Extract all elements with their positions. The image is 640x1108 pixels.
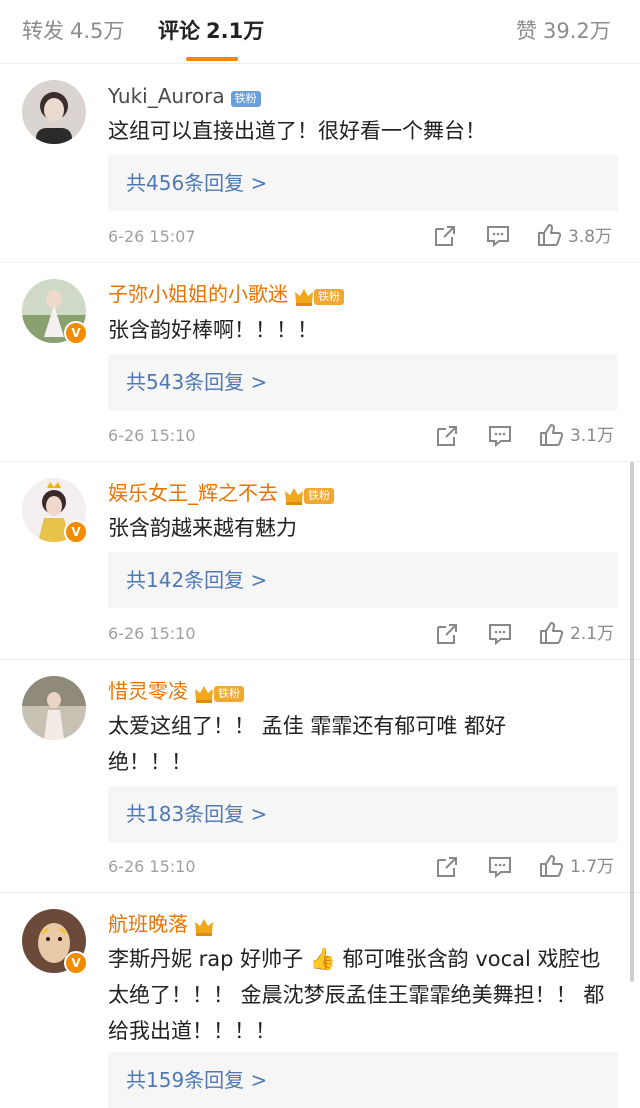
reply-box[interactable]: 共183条回复 > (108, 786, 618, 842)
username-text: 惜灵零凌 (108, 679, 188, 703)
username[interactable]: 航班晚落 (108, 910, 214, 940)
tab-reposts[interactable]: 转发 4.5万 (22, 16, 124, 46)
username-text: 航班晚落 (108, 912, 188, 936)
comment-text: 张含韵越来越有魅力 (108, 516, 297, 540)
reply-box[interactable]: 共543条回复 > (108, 354, 618, 410)
tab-comments-label: 评论 (158, 19, 200, 43)
reply-box[interactable]: 共456条回复 > (108, 155, 618, 211)
fan-badge: 铁粉 (214, 686, 244, 702)
comment-item: 惜灵零凌 铁粉 太爱这组了！！ 孟佳 霏霏还有郁可唯 都好绝！！！ 共183条回… (0, 660, 640, 893)
comment-item: V 娱乐女王_辉之不去 铁粉 张含韵越来越有魅力 共142条回复 > 6-26 … (0, 462, 640, 660)
like-count: 1.7万 (570, 857, 615, 877)
comment-time: 6-26 15:10 (108, 624, 196, 643)
tab-likes-label: 赞 (516, 19, 537, 43)
comment-item: Yuki_Aurora 铁粉 这组可以直接出道了！很好看一个舞台！ 共456条回复… (0, 65, 640, 263)
tab-reposts-label: 转发 (22, 19, 64, 43)
username-text: 娱乐女王_辉之不去 (108, 481, 278, 505)
username[interactable]: 娱乐女王_辉之不去 铁粉 (108, 479, 334, 509)
share-icon[interactable] (434, 621, 460, 647)
view-replies-link[interactable]: 共543条回复 > (126, 367, 267, 397)
comment-text: 这组可以直接出道了！很好看一个舞台！ (108, 119, 486, 143)
crown-icon (285, 488, 303, 505)
tab-comments[interactable]: 评论 2.1万 (158, 16, 264, 46)
tab-reposts-count: 4.5万 (70, 19, 125, 43)
thumbs-up-icon[interactable] (538, 620, 564, 646)
tab-likes-count: 39.2万 (543, 19, 611, 43)
comment-icon[interactable] (487, 423, 513, 449)
comment-text: 李斯丹妮 rap 好帅子 👍 郁可唯张含韵 vocal 戏腔也太绝了！！！ 金晨… (108, 947, 605, 1043)
comment-icon[interactable] (487, 621, 513, 647)
comment-text: 太爱这组了！！ 孟佳 霏霏还有郁可唯 都好绝！！！ (108, 714, 507, 774)
crown-icon (195, 686, 213, 703)
fan-badge: 铁粉 (230, 91, 261, 107)
v-verified-icon: V (64, 520, 88, 544)
fan-badge: 铁粉 (304, 488, 334, 504)
crown-icon (295, 289, 313, 306)
username-text: Yuki_Aurora (108, 84, 225, 108)
tab-comments-count: 2.1万 (206, 19, 265, 43)
tab-bar: 转发 4.5万 评论 2.1万 赞 39.2万 (0, 0, 640, 64)
scrollbar[interactable] (630, 462, 634, 982)
view-replies-link[interactable]: 共159条回复 > (126, 1065, 267, 1095)
comment-text: 张含韵好棒啊！！！！ (108, 318, 318, 342)
avatar[interactable] (22, 676, 86, 740)
comment-icon[interactable] (485, 223, 511, 249)
comment-time: 6-26 15:10 (108, 426, 196, 445)
reply-box[interactable]: 共142条回复 > (108, 552, 618, 608)
comment-item: V 子弥小姐姐的小歌迷 铁粉 张含韵好棒啊！！！！ 共543条回复 > 6-26… (0, 263, 640, 462)
avatar[interactable] (22, 80, 86, 144)
view-replies-link[interactable]: 共142条回复 > (126, 565, 267, 595)
active-tab-indicator (186, 57, 238, 61)
fan-badge: 铁粉 (314, 289, 344, 305)
thumbs-up-icon[interactable] (538, 853, 564, 879)
username[interactable]: Yuki_Aurora 铁粉 (108, 82, 261, 112)
username[interactable]: 子弥小姐姐的小歌迷 铁粉 (108, 280, 344, 310)
thumbs-up-icon[interactable] (536, 222, 562, 248)
username[interactable]: 惜灵零凌 铁粉 (108, 677, 244, 707)
comment-time: 6-26 15:10 (108, 857, 196, 876)
crown-icon (195, 919, 213, 936)
v-verified-icon: V (64, 321, 88, 345)
v-verified-icon: V (64, 951, 88, 975)
comment-item: V 航班晚落 李斯丹妮 rap 好帅子 👍 郁可唯张含韵 vocal 戏腔也太绝… (0, 893, 640, 1108)
comment-icon[interactable] (487, 854, 513, 880)
view-replies-link[interactable]: 共183条回复 > (126, 799, 267, 829)
thumbs-up-icon[interactable] (538, 422, 564, 448)
like-count: 3.1万 (570, 426, 615, 446)
like-count: 2.1万 (570, 624, 615, 644)
share-icon[interactable] (434, 854, 460, 880)
tab-likes[interactable]: 赞 39.2万 (516, 16, 611, 46)
comment-time: 6-26 15:07 (108, 227, 196, 246)
username-text: 子弥小姐姐的小歌迷 (108, 282, 288, 306)
like-count: 3.8万 (568, 227, 613, 247)
share-icon[interactable] (434, 423, 460, 449)
share-icon[interactable] (432, 223, 458, 249)
view-replies-link[interactable]: 共456条回复 > (126, 168, 267, 198)
